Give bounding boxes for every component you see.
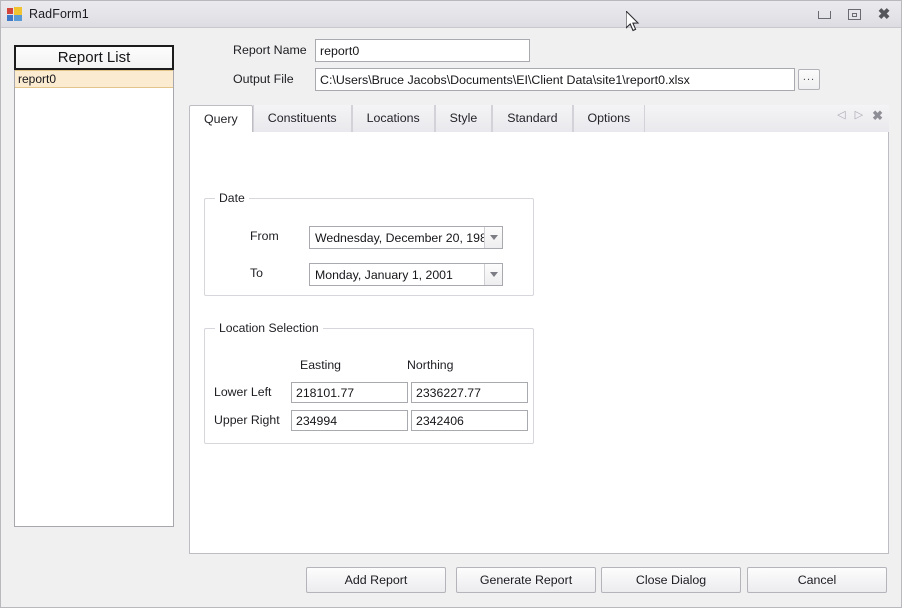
report-name-input[interactable]: report0: [315, 39, 530, 62]
close-tab-icon[interactable]: ✖: [872, 109, 883, 122]
title-bar: RadForm1 ✖: [1, 1, 902, 28]
minimize-button[interactable]: [809, 4, 839, 26]
add-report-button[interactable]: Add Report: [306, 567, 446, 593]
maximize-button[interactable]: [839, 4, 869, 26]
cancel-button[interactable]: Cancel: [747, 567, 887, 593]
close-icon: ✖: [878, 7, 891, 22]
date-from-value: Wednesday, December 20, 1989: [310, 231, 484, 245]
list-item[interactable]: report0: [15, 70, 173, 88]
window-title: RadForm1: [29, 7, 89, 21]
tab-standard[interactable]: Standard: [492, 105, 572, 132]
minimize-icon: [818, 11, 831, 19]
tab-navigation: ◁ ▷ ✖: [837, 109, 883, 122]
upper-right-northing-input[interactable]: 2342406: [411, 410, 528, 431]
date-group-title: Date: [215, 191, 249, 205]
close-dialog-button[interactable]: Close Dialog: [601, 567, 741, 593]
date-from-label: From: [250, 229, 279, 243]
chevron-down-icon[interactable]: [484, 264, 502, 285]
browse-button[interactable]: ...: [798, 69, 820, 90]
generate-report-button[interactable]: Generate Report: [456, 567, 596, 593]
lower-left-label: Lower Left: [214, 385, 271, 399]
upper-right-label: Upper Right: [214, 413, 280, 427]
northing-column-header: Northing: [407, 358, 453, 372]
application-window: RadForm1 ✖ Report List report0 Report Na…: [0, 0, 902, 608]
lower-left-northing-input[interactable]: 2336227.77: [411, 382, 528, 403]
report-list-header: Report List: [14, 45, 174, 70]
output-file-label: Output File: [233, 72, 294, 86]
date-to-picker[interactable]: Monday, January 1, 2001: [309, 263, 503, 286]
tab-panel-query: Date From Wednesday, December 20, 1989 T…: [189, 132, 889, 554]
location-selection-group-title: Location Selection: [215, 321, 323, 335]
date-to-value: Monday, January 1, 2001: [310, 268, 484, 282]
upper-right-easting-input[interactable]: 234994: [291, 410, 408, 431]
tab-constituents[interactable]: Constituents: [253, 105, 352, 132]
easting-column-header: Easting: [300, 358, 341, 372]
window-controls: ✖: [809, 1, 899, 28]
tab-style[interactable]: Style: [435, 105, 493, 132]
tab-strip: Query Constituents Locations Style Stand…: [189, 105, 889, 133]
report-name-label: Report Name: [233, 43, 307, 57]
tab-locations[interactable]: Locations: [352, 105, 435, 132]
date-from-picker[interactable]: Wednesday, December 20, 1989: [309, 226, 503, 249]
windows-forms-icon: [7, 6, 23, 22]
date-to-label: To: [250, 266, 263, 280]
report-list[interactable]: report0: [14, 70, 174, 527]
output-file-input[interactable]: C:\Users\Bruce Jacobs\Documents\EI\Clien…: [315, 68, 795, 91]
tab-control: Query Constituents Locations Style Stand…: [189, 105, 889, 554]
chevron-left-icon[interactable]: ◁: [837, 110, 845, 121]
restore-icon: [848, 9, 861, 20]
lower-left-easting-input[interactable]: 218101.77: [291, 382, 408, 403]
close-button[interactable]: ✖: [869, 4, 899, 26]
chevron-down-icon[interactable]: [484, 227, 502, 248]
chevron-right-icon[interactable]: ▷: [855, 110, 863, 121]
tab-options[interactable]: Options: [573, 105, 646, 132]
tab-query[interactable]: Query: [189, 105, 253, 133]
